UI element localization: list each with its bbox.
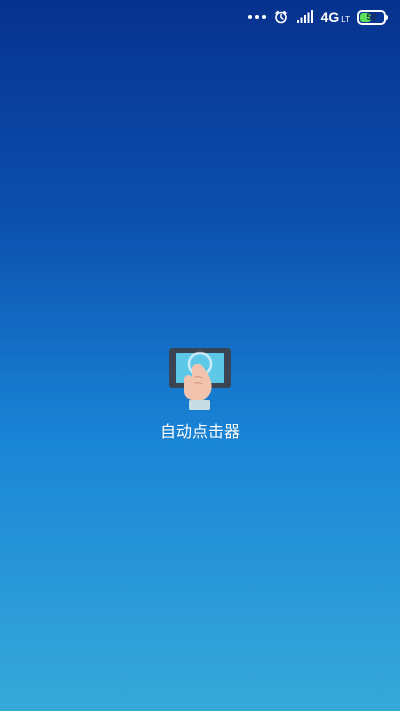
app-name: 自动点击器	[159, 422, 240, 441]
signal-icon	[296, 10, 313, 23]
tap-phone-icon	[169, 348, 231, 410]
network-type: 4G	[320, 9, 340, 25]
status-icons: 4G LT 52	[247, 8, 388, 26]
network-indicator: 4G LT	[321, 10, 350, 24]
battery-icon: 52	[357, 9, 388, 25]
splash-content: 自动点击器	[0, 344, 400, 441]
battery-tip	[386, 14, 388, 20]
battery-label: 52	[366, 12, 377, 22]
status-bar: 4G LT 52	[0, 0, 400, 34]
more-dots-icon	[247, 15, 266, 19]
alarm-icon	[274, 10, 287, 24]
network-suffix: LT	[341, 15, 350, 24]
